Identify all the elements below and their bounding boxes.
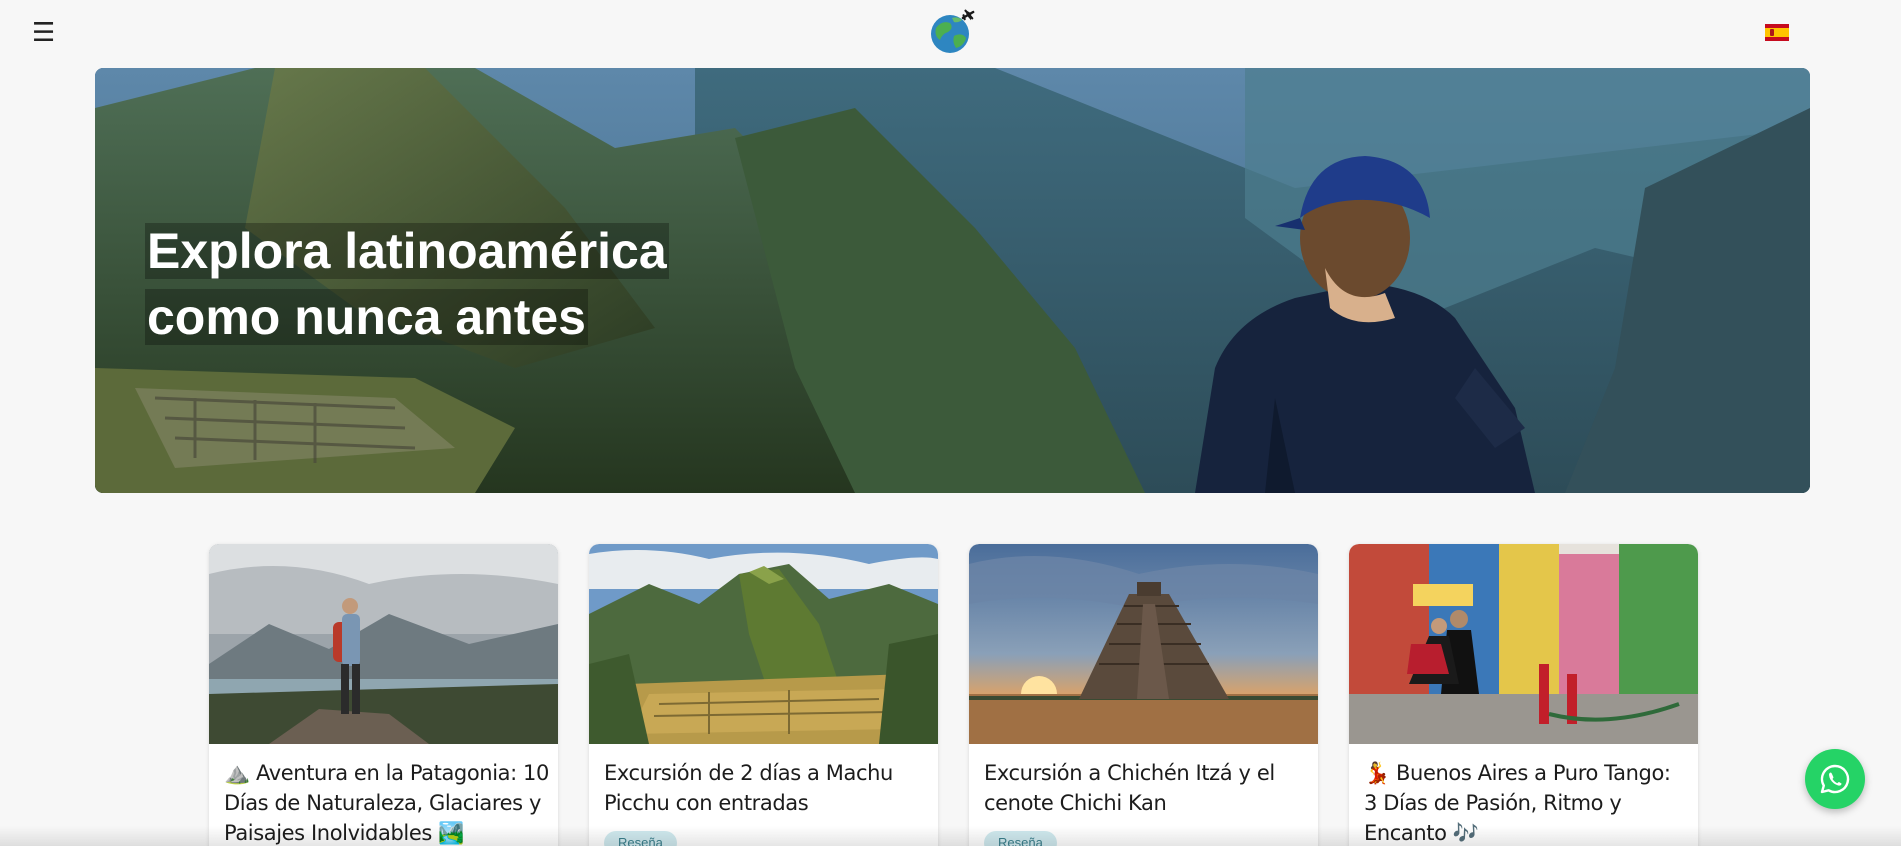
tour-card-patagonia[interactable]: ⛰️ Aventura en la Patagonia: 10 Días de … <box>209 544 558 846</box>
review-tag[interactable]: Reseña <box>604 831 677 846</box>
tour-card-chichen-itza[interactable]: Excursión a Chichén Itzá y el cenote Chi… <box>969 544 1318 846</box>
site-header: ☰ <box>0 0 1901 66</box>
tour-image-buenos-aires <box>1349 544 1698 744</box>
whatsapp-button[interactable] <box>1805 749 1865 809</box>
spain-flag-icon[interactable] <box>1765 24 1789 41</box>
hero-banner: Explora latinoamérica como nunca antes <box>95 68 1810 493</box>
tour-title[interactable]: Excursión a Chichén Itzá y el cenote Chi… <box>984 758 1309 818</box>
hero-title-line-1: Explora latinoamérica <box>145 223 669 279</box>
tour-image-chichen-itza <box>969 544 1318 744</box>
hero-title-line-2: como nunca antes <box>145 289 588 345</box>
tour-card-buenos-aires[interactable]: 💃 Buenos Aires a Puro Tango: 3 Días de P… <box>1349 544 1698 846</box>
tour-title[interactable]: ⛰️ Aventura en la Patagonia: 10 Días de … <box>224 758 549 846</box>
hamburger-menu-icon[interactable]: ☰ <box>32 18 55 48</box>
hero-title: Explora latinoamérica como nunca antes <box>145 218 669 350</box>
tour-image-patagonia <box>209 544 558 744</box>
tour-title[interactable]: 💃 Buenos Aires a Puro Tango: 3 Días de P… <box>1364 758 1689 846</box>
globe-airplane-logo[interactable] <box>928 6 978 56</box>
review-tag[interactable]: Reseña <box>984 831 1057 846</box>
tour-card-machu-picchu[interactable]: Excursión de 2 días a Machu Picchu con e… <box>589 544 938 846</box>
tour-image-machu-picchu <box>589 544 938 744</box>
whatsapp-icon <box>1820 764 1850 794</box>
tour-title[interactable]: Excursión de 2 días a Machu Picchu con e… <box>604 758 929 818</box>
